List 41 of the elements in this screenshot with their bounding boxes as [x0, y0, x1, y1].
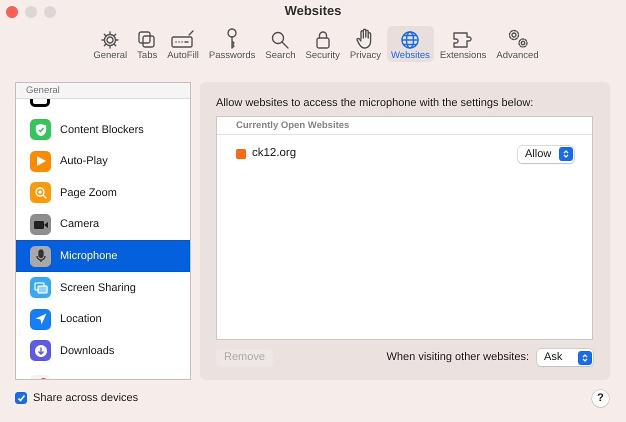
sidebar-item[interactable]: Content Blockers — [16, 114, 190, 146]
help-button[interactable]: ? — [592, 390, 609, 406]
windows-icon — [30, 277, 51, 298]
sidebar-item[interactable]: Camera — [16, 208, 190, 240]
sidebar-item[interactable]: Screen Sharing — [16, 272, 190, 304]
toolbar-tab[interactable]: Search — [261, 26, 300, 62]
site-favicon-icon — [236, 149, 246, 159]
sidebar-item[interactable]: Downloads — [16, 335, 190, 367]
play-icon — [30, 150, 51, 172]
description-text: Allow websites to access the microphone with the settings below: — [216, 96, 534, 111]
magnifier-plus-icon — [30, 182, 51, 204]
sidebar-item[interactable]: Microphone — [16, 240, 190, 272]
toolbar-tab[interactable]: AutoFill — [163, 26, 203, 62]
download-icon — [30, 340, 51, 362]
other-websites-label: When visiting other websites: — [386, 350, 529, 366]
close-button[interactable] — [6, 6, 18, 18]
toolbar-tab[interactable]: Privacy — [346, 26, 385, 62]
share-checkbox[interactable] — [15, 392, 27, 404]
microphone-icon — [30, 246, 51, 267]
toolbar-tab[interactable]: Advanced — [492, 26, 543, 62]
site-permission-select[interactable]: Allow — [518, 146, 574, 162]
updown-chevron-icon — [578, 350, 592, 364]
updown-chevron-icon — [559, 147, 573, 161]
sidebar-item[interactable]: Page Zoom — [16, 177, 190, 209]
sidebar-item[interactable]: Location — [16, 304, 190, 336]
toolbar-tab[interactable]: Extensions — [436, 26, 490, 62]
video-camera-icon — [30, 214, 51, 236]
site-name: ck12.org — [252, 146, 298, 162]
autofill-icon — [170, 28, 196, 50]
sidebar-header: General — [16, 83, 190, 99]
toolbar-tab[interactable]: Tabs — [133, 26, 162, 62]
shield-icon — [30, 119, 51, 140]
window-title: Websites — [284, 2, 342, 20]
default-permission-select[interactable]: Ask — [537, 349, 593, 366]
toolbar-tab[interactable]: Security — [302, 26, 344, 62]
column-header: Currently Open Websites — [217, 117, 592, 135]
toolbar-tab[interactable]: General — [89, 26, 132, 62]
toolbar-tab[interactable]: Passwords — [204, 26, 260, 62]
share-label: Share across devices — [33, 390, 140, 406]
sidebar-item[interactable]: Auto-Play — [16, 146, 190, 178]
toolbar-tab[interactable]: Websites — [386, 26, 434, 62]
